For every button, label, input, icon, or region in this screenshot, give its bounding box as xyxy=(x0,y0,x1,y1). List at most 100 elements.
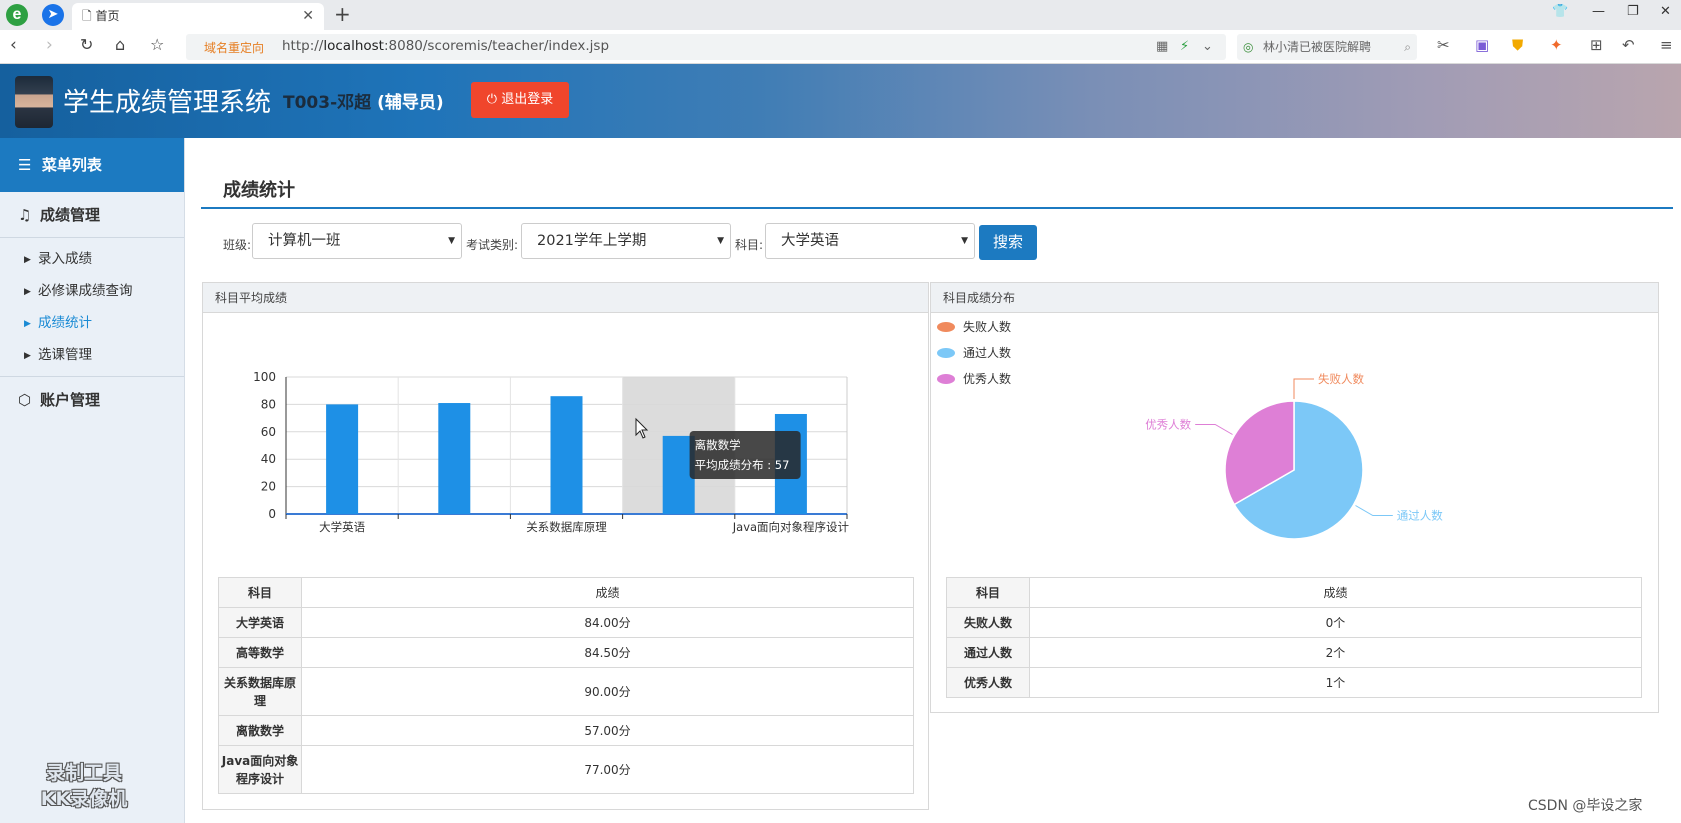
chevron-down-icon[interactable]: ⌄ xyxy=(1202,39,1213,54)
search-button[interactable]: 搜索 xyxy=(979,225,1037,260)
translate-icon[interactable]: ▣ xyxy=(1475,36,1489,54)
pie-leader-line xyxy=(1195,424,1233,435)
close-window-button[interactable]: ✕ xyxy=(1660,4,1671,19)
x-tick-label: Java面向对象程序设计 xyxy=(732,520,850,534)
subject-label: 科目: xyxy=(735,238,764,252)
table-row: Java面向对象程序设计 77.00分 xyxy=(218,745,914,794)
user-id: T003-邓超 xyxy=(283,93,372,113)
column-header: 科目 xyxy=(946,577,1030,608)
grid-icon[interactable]: ⊞ xyxy=(1590,36,1603,54)
home-icon[interactable]: ⌂ xyxy=(115,35,125,54)
undo-icon[interactable]: ↶ xyxy=(1622,36,1635,54)
search-icon[interactable]: ⌕ xyxy=(1404,34,1411,60)
shield-icon[interactable]: ⛊ xyxy=(1512,36,1523,54)
url-field[interactable]: 域名重定向 http://localhost:8080/scoremis/tea… xyxy=(186,34,1226,60)
avatar xyxy=(15,76,53,128)
score-cell: 84.50分 xyxy=(301,637,914,668)
cube-icon: ⬡ xyxy=(18,391,32,409)
caret-down-icon: ▼ xyxy=(448,236,455,246)
search-input[interactable]: ◎ 林小清已被医院解聘 ⌕ xyxy=(1237,34,1417,60)
subject-cell: 关系数据库原理 xyxy=(218,667,302,716)
sidebar: ☰ 菜单列表 ♫ 成绩管理 ▶ 录入成绩 ▶ 必修课成绩查询 ▶ 成绩统计 ▶ 选课管理 … xyxy=(0,138,185,823)
y-tick-label: 40 xyxy=(261,452,276,466)
logout-button[interactable]: ⏻ 退出登录 xyxy=(471,82,569,118)
close-tab-icon[interactable]: ✕ xyxy=(302,3,314,30)
subject-select[interactable]: 大学英语 ▼ xyxy=(765,223,975,259)
browser-tab[interactable]: 🗋 首页 ✕ xyxy=(72,3,324,30)
qr-icon[interactable]: ▦ xyxy=(1156,39,1168,54)
browser-tab-bar: e ➤ 🗋 首页 ✕ + 👕 — ❐ ✕ xyxy=(0,0,1681,30)
user-role: (辅导员) xyxy=(377,93,444,113)
navigation-icon[interactable]: ➤ xyxy=(42,4,64,26)
column-header: 成绩 xyxy=(301,577,914,608)
y-tick-label: 100 xyxy=(253,370,276,384)
caret-right-icon: ▶ xyxy=(24,351,31,361)
bolt-icon[interactable]: ⚡ xyxy=(1180,39,1189,54)
music-note-icon: ♫ xyxy=(18,206,32,224)
browser-logo-icon: e xyxy=(6,4,28,26)
caret-right-icon: ▶ xyxy=(24,287,31,297)
subject-cell: 大学英语 xyxy=(218,607,302,638)
x-tick-label: 关系数据库原理 xyxy=(526,520,607,534)
bar xyxy=(326,404,359,514)
tooltip-title: 离散数学 xyxy=(695,438,741,452)
sidebar-item-required-course-query[interactable]: ▶ 必修课成绩查询 xyxy=(0,275,184,307)
sidebar-item-score-statistics[interactable]: ▶ 成绩统计 xyxy=(0,307,184,339)
reload-icon[interactable]: ↻ xyxy=(80,35,93,54)
table-row: 大学英语 84.00分 xyxy=(218,607,914,638)
title-divider xyxy=(201,207,1673,209)
subject-cell: 离散数学 xyxy=(218,715,302,746)
category-cell: 失败人数 xyxy=(946,607,1030,638)
count-cell: 2个 xyxy=(1029,637,1642,668)
y-tick-label: 20 xyxy=(261,480,276,494)
sidebar-item-course-selection[interactable]: ▶ 选课管理 xyxy=(0,339,184,371)
menu-icon[interactable]: ≡ xyxy=(1660,36,1673,54)
pie-slice-label: 失败人数 xyxy=(1318,372,1364,386)
restore-button[interactable]: ❐ xyxy=(1627,4,1639,19)
exam-type-select[interactable]: 2021学年上学期 ▼ xyxy=(521,223,731,259)
recorder-watermark: 录制工具 KK录像机 xyxy=(40,762,128,810)
table-row: 失败人数 0个 xyxy=(946,607,1642,638)
category-cell: 通过人数 xyxy=(946,637,1030,668)
table-row: 离散数学 57.00分 xyxy=(218,715,914,746)
count-cell: 0个 xyxy=(1029,607,1642,638)
legend-swatch xyxy=(937,322,955,332)
tooltip-value: 平均成绩分布 : 57 xyxy=(695,458,790,472)
sidebar-group-account-management[interactable]: ⬡ 账户管理 xyxy=(0,377,184,423)
sidebar-group-score-management[interactable]: ♫ 成绩管理 xyxy=(0,192,184,238)
legend-label: 通过人数 xyxy=(963,345,1011,360)
game-icon[interactable]: ✦ xyxy=(1550,36,1563,54)
caret-down-icon: ▼ xyxy=(717,236,724,246)
class-select[interactable]: 计算机一班 ▼ xyxy=(252,223,462,259)
y-tick-label: 60 xyxy=(261,425,276,439)
column-header: 成绩 xyxy=(1029,577,1642,608)
scissors-icon[interactable]: ✂ xyxy=(1437,36,1450,54)
caret-down-icon: ▼ xyxy=(961,236,968,246)
search-engine-icon: ◎ xyxy=(1243,40,1254,54)
legend-label: 优秀人数 xyxy=(963,371,1011,386)
new-tab-button[interactable]: + xyxy=(334,2,351,26)
menu-list-header: ☰ 菜单列表 xyxy=(0,138,184,192)
url-text: http://localhost:8080/scoremis/teacher/i… xyxy=(282,38,610,54)
class-label: 班级: xyxy=(223,238,252,252)
redirect-label: 域名重定向 xyxy=(204,41,265,55)
pie-leader-line xyxy=(1355,505,1393,516)
caret-right-icon: ▶ xyxy=(24,319,31,329)
exam-type-label: 考试类别: xyxy=(466,238,519,252)
forward-icon[interactable]: › xyxy=(46,35,53,55)
score-cell: 90.00分 xyxy=(301,667,914,716)
table-row: 通过人数 2个 xyxy=(946,637,1642,668)
caret-right-icon: ▶ xyxy=(24,255,31,265)
subject-cell: Java面向对象程序设计 xyxy=(218,745,302,794)
tab-title: 首页 xyxy=(95,9,120,23)
back-icon[interactable]: ‹ xyxy=(10,35,17,55)
table-header-row: 科目 成绩 xyxy=(946,577,1642,608)
page-title: 成绩统计 xyxy=(223,180,295,201)
star-icon[interactable]: ☆ xyxy=(150,35,164,54)
subject-cell: 高等数学 xyxy=(218,637,302,668)
shirt-icon[interactable]: 👕 xyxy=(1552,4,1568,19)
legend-swatch xyxy=(937,348,955,358)
sidebar-item-enter-scores[interactable]: ▶ 录入成绩 xyxy=(0,243,184,275)
minimize-button[interactable]: — xyxy=(1592,4,1605,19)
app-header: 学生成绩管理系统 T003-邓超 (辅导员) ⏻ 退出登录 xyxy=(0,64,1681,138)
